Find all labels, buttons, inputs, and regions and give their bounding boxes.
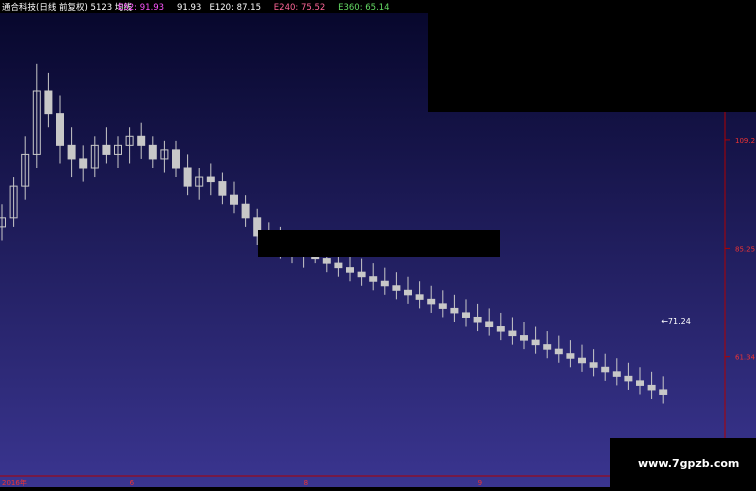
legend-item: E240: 75.52 (274, 3, 326, 13)
time-tick-label: 9 (478, 479, 482, 487)
candle-body (56, 113, 64, 146)
chart-title: 通合科技(日线 前复权) 5123 均线 (2, 2, 132, 13)
candle-body (566, 353, 575, 359)
candle-body (659, 389, 668, 395)
low-price-annotation: ←71.24 (661, 317, 691, 326)
legend-item: E360: 65.14 (338, 3, 390, 13)
candle-body (520, 335, 528, 341)
price-tick-label: 85.25 (735, 245, 755, 253)
candle-body (346, 267, 354, 273)
candle-body (415, 294, 424, 300)
candle-body (473, 316, 482, 323)
candle-body (67, 144, 76, 160)
candle-body (578, 357, 586, 364)
candle-body (508, 330, 517, 337)
candle-body (485, 321, 494, 328)
candle-body (636, 380, 644, 386)
candle-body (79, 158, 88, 169)
redaction-block-top (428, 0, 756, 112)
annotation-layer: ←71.24 (661, 317, 691, 326)
candle-body (322, 258, 331, 264)
legend-item: 91.93 (177, 3, 201, 13)
candle-body (218, 181, 227, 196)
candle-body (404, 289, 412, 296)
candle-body (334, 262, 343, 269)
candle-body (496, 326, 505, 332)
candle-body (438, 303, 447, 309)
candle-body (554, 348, 563, 355)
legend-item: E120: 87.15 (210, 3, 262, 13)
candle-body (137, 135, 146, 146)
redaction-block-middle (258, 230, 500, 257)
watermark: www.7gpzb.com (638, 457, 739, 470)
price-tick-label: 61.34 (735, 354, 756, 362)
candle-body (172, 149, 180, 169)
legend: E52: 91.93 91.93 E120: 87.15 E240: 75.52 E36… (118, 3, 390, 13)
candle-body (612, 371, 621, 377)
candle-body (183, 167, 192, 187)
candle-body (589, 362, 598, 368)
candle-body (241, 203, 250, 219)
candle-body (624, 375, 633, 382)
candle-body (543, 344, 552, 350)
candle-body (450, 307, 459, 314)
candle-body (44, 90, 53, 115)
candle-body (601, 366, 610, 373)
price-tick-label: 109.2 (735, 137, 755, 145)
candle-body (148, 144, 157, 160)
candle-body (531, 339, 540, 346)
time-tick-label: 8 (304, 479, 308, 487)
time-tick-label: 2016年 (2, 478, 27, 487)
candle-body (392, 285, 401, 291)
chart: ←71.24 109.285.2561.34 2016年6892016/09/2… (0, 0, 756, 487)
legend-item: E52: 91.93 (118, 3, 164, 13)
candle-body (369, 276, 378, 282)
candle-body (357, 271, 366, 278)
candle-body (230, 194, 238, 205)
candle-body (102, 144, 111, 155)
candle-body (206, 176, 215, 183)
candle-body (427, 298, 436, 305)
time-tick-label: 6 (130, 479, 135, 487)
candle-body (462, 312, 470, 318)
candle-body (380, 280, 389, 287)
candle-body (647, 384, 656, 391)
